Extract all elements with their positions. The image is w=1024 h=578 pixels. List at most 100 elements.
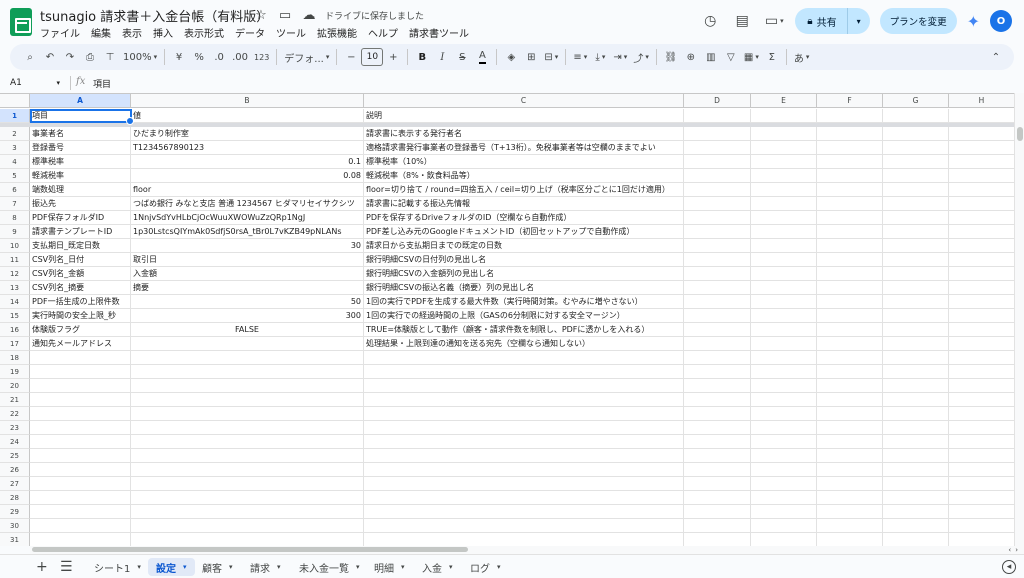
vertical-align-icon[interactable]: ⤓ ▾ — [590, 46, 610, 68]
cell-empty[interactable] — [949, 449, 1015, 463]
cell-empty[interactable] — [883, 463, 949, 477]
change-plan-button[interactable]: プランを変更 — [879, 8, 957, 34]
redo-icon[interactable]: ↷ — [60, 46, 80, 68]
menu-data[interactable]: データ — [235, 25, 265, 40]
row-header[interactable]: 17 — [0, 337, 30, 351]
cell-empty[interactable] — [883, 533, 949, 546]
cell-a[interactable]: PDF一括生成の上限件数 — [30, 295, 131, 309]
cell-empty[interactable] — [751, 421, 817, 435]
cell-b[interactable]: 値 — [131, 109, 364, 123]
cell-empty[interactable] — [684, 183, 751, 197]
cell-a[interactable] — [30, 421, 131, 435]
cell-b[interactable] — [131, 463, 364, 477]
cell-empty[interactable] — [684, 225, 751, 239]
font-size-input[interactable]: 10 — [361, 48, 384, 66]
cell-empty[interactable] — [751, 435, 817, 449]
cell-a[interactable] — [30, 435, 131, 449]
row-header[interactable]: 12 — [0, 267, 30, 281]
cell-empty[interactable] — [817, 449, 883, 463]
cell-c[interactable]: 1回の実行でPDFを生成する最大件数（実行時間対策。むやみに増やさない） — [364, 295, 684, 309]
cell-empty[interactable] — [684, 463, 751, 477]
cell-empty[interactable] — [751, 267, 817, 281]
cell-c[interactable]: 適格請求書発行事業者の登録番号（T+13桁）。免税事業者等は空欄のままでよい — [364, 141, 684, 155]
cell-empty[interactable] — [751, 519, 817, 533]
cell-empty[interactable] — [883, 379, 949, 393]
cell-a[interactable]: 通知先メールアドレス — [30, 337, 131, 351]
meet-icon[interactable]: ▭ ▾ — [763, 10, 785, 32]
input-tools-button[interactable]: あ ▾ — [791, 46, 813, 68]
cell-empty[interactable] — [684, 421, 751, 435]
row-header[interactable]: 6 — [0, 183, 30, 197]
row-header[interactable]: 19 — [0, 365, 30, 379]
sheet-tab[interactable]: 請求 ▾ — [242, 558, 289, 576]
gemini-icon[interactable]: ✦ — [967, 12, 980, 31]
bold-button[interactable]: B — [412, 46, 432, 68]
cell-empty[interactable] — [817, 127, 883, 141]
cell-empty[interactable] — [817, 211, 883, 225]
insert-comment-icon[interactable]: ⊕ — [681, 46, 701, 68]
column-header-a[interactable]: A — [30, 94, 131, 108]
cell-empty[interactable] — [751, 309, 817, 323]
cell-c[interactable]: 1回の実行での経過時間の上限（GASの6分制限に対する安全マージン） — [364, 309, 684, 323]
cell-empty[interactable] — [883, 267, 949, 281]
cell-empty[interactable] — [817, 253, 883, 267]
row-header[interactable]: 30 — [0, 519, 30, 533]
cell-empty[interactable] — [751, 239, 817, 253]
cell-empty[interactable] — [949, 239, 1015, 253]
cell-empty[interactable] — [883, 337, 949, 351]
cell-empty[interactable] — [883, 421, 949, 435]
cell-empty[interactable] — [684, 169, 751, 183]
cell-b[interactable]: floor — [131, 183, 364, 197]
cell-empty[interactable] — [949, 109, 1015, 123]
cell-b[interactable]: 1p30LstcsQIYmAk0SdfjS0rsA_tBr0L7vKZB49pN… — [131, 225, 364, 239]
row-header[interactable]: 28 — [0, 491, 30, 505]
cell-empty[interactable] — [684, 109, 751, 123]
cell-empty[interactable] — [817, 505, 883, 519]
cell-empty[interactable] — [949, 127, 1015, 141]
filter-views-icon[interactable]: ▦ ▾ — [741, 46, 762, 68]
merge-cells-icon[interactable]: ⊟ ▾ — [541, 46, 561, 68]
cell-empty[interactable] — [949, 379, 1015, 393]
cell-empty[interactable] — [883, 449, 949, 463]
cell-empty[interactable] — [949, 211, 1015, 225]
cell-empty[interactable] — [684, 449, 751, 463]
cell-empty[interactable] — [751, 295, 817, 309]
cell-b[interactable] — [131, 505, 364, 519]
cell-empty[interactable] — [817, 169, 883, 183]
row-header[interactable]: 24 — [0, 435, 30, 449]
formula-input[interactable]: 項目 — [93, 77, 111, 90]
cell-empty[interactable] — [684, 197, 751, 211]
cell-b[interactable]: T1234567890123 — [131, 141, 364, 155]
cell-c[interactable]: 請求書に表示する発行者名 — [364, 127, 684, 141]
row-header[interactable]: 10 — [0, 239, 30, 253]
cell-c[interactable]: 標準税率（10%） — [364, 155, 684, 169]
cell-empty[interactable] — [817, 351, 883, 365]
star-icon[interactable]: ☆ — [253, 8, 269, 23]
cell-b[interactable] — [131, 365, 364, 379]
cell-empty[interactable] — [684, 155, 751, 169]
menu-view[interactable]: 表示 — [122, 25, 142, 40]
cell-empty[interactable] — [684, 477, 751, 491]
all-sheets-icon[interactable]: ☰ — [60, 559, 73, 575]
menu-invoice-tools[interactable]: 請求書ツール — [409, 25, 469, 40]
sheet-tab[interactable]: ログ ▾ — [462, 558, 509, 576]
add-sheet-icon[interactable]: + — [36, 559, 48, 575]
cell-empty[interactable] — [949, 491, 1015, 505]
cell-b[interactable] — [131, 477, 364, 491]
cell-empty[interactable] — [684, 309, 751, 323]
cell-empty[interactable] — [817, 477, 883, 491]
cell-empty[interactable] — [949, 323, 1015, 337]
cell-c[interactable]: 請求書に記載する振込先情報 — [364, 197, 684, 211]
cell-empty[interactable] — [883, 477, 949, 491]
cell-empty[interactable] — [751, 155, 817, 169]
cell-empty[interactable] — [751, 533, 817, 546]
cell-a[interactable] — [30, 379, 131, 393]
cell-a[interactable]: CSV列名_摘要 — [30, 281, 131, 295]
cell-b[interactable] — [131, 379, 364, 393]
font-size-increase-button[interactable]: + — [383, 46, 403, 68]
cell-empty[interactable] — [817, 225, 883, 239]
row-header[interactable]: 23 — [0, 421, 30, 435]
filter-icon[interactable]: ▽ — [721, 46, 741, 68]
cell-b[interactable]: 0.08 — [131, 169, 364, 183]
chevron-down-icon[interactable]: ▾ — [229, 563, 233, 571]
